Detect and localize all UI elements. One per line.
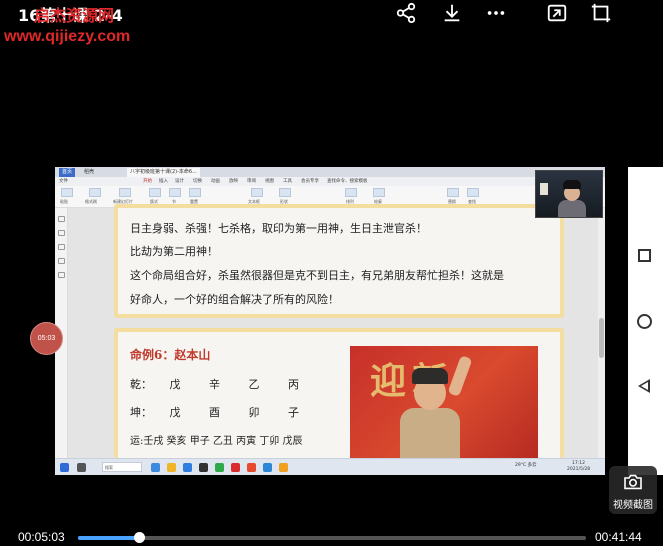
menu-home[interactable]: 开始	[143, 177, 152, 186]
slide-text-line: 比劫为第二用神！	[130, 245, 218, 258]
wps-icon[interactable]	[231, 463, 240, 472]
kun-label: 坤：	[130, 406, 152, 419]
windows-taskbar: 搜索 29°C 多云 17:12 2021/5/28	[55, 458, 605, 475]
slide-text-line: 日主身弱、杀强！七杀格，取印为第一用神，生日主泄官杀！	[130, 222, 427, 235]
taskbar-clock[interactable]: 17:12 2021/5/28	[567, 461, 590, 473]
luck-cycles: 运:壬戌 癸亥 甲子 乙丑 丙寅 丁卯 戊辰	[130, 436, 303, 447]
menu-review[interactable]: 审阅	[247, 177, 256, 186]
wps-presentation-icon[interactable]	[247, 463, 256, 472]
device-nav-panel	[628, 167, 663, 475]
kun-pillars: 坤： 戊 酉 卯 子	[130, 404, 324, 420]
example-title: 命例6：赵本山	[130, 348, 211, 362]
reset-icon[interactable]	[189, 188, 201, 197]
find-icon[interactable]	[467, 188, 479, 197]
pillar-stem: 戊	[169, 378, 181, 391]
pillar-stem: 丙	[288, 378, 299, 391]
total-time: 00:41:44	[595, 530, 642, 544]
progress-fill	[78, 536, 140, 540]
watermark-site-name: 启杰资源网	[34, 6, 115, 25]
shared-screen: 首页 稻壳 八字初级班第十课(2)-本命6... 文件 开始 插入 设计 切换 …	[55, 167, 605, 475]
qian-pillars: 乾： 戊 辛 乙 丙	[130, 376, 324, 392]
home-icon[interactable]	[637, 314, 652, 329]
menu-transition[interactable]: 切换	[193, 177, 202, 186]
wps-menu-bar: 文件 开始 插入 设计 切换 动画 放映 审阅 视图 工具 会员专享 查找命令、…	[55, 177, 605, 186]
pillar-branch: 卯	[248, 406, 260, 419]
mail-icon[interactable]	[183, 463, 192, 472]
comment-icon[interactable]	[58, 244, 65, 250]
start-icon[interactable]	[60, 463, 69, 472]
ribbon-label-format: 格式刷	[85, 199, 97, 204]
pillar-branch: 酉	[209, 406, 220, 419]
slide-text-line: 好命人，一个好的组合解决了所有的风险！	[130, 293, 339, 306]
slide-canvas: 日主身弱、杀强！七杀格，取印为第一用神，生日主泄官杀！ 比劫为第二用神！ 这个命…	[68, 204, 598, 458]
picture-in-picture-icon[interactable]	[543, 0, 571, 26]
slide-text-line: 这个命局组合好，杀虽然很器但是克不到日主，有兄弟朋友帮忙担杀！这就是	[130, 269, 504, 282]
taskbar-search[interactable]: 搜索	[102, 462, 142, 472]
menu-file[interactable]: 文件	[59, 177, 68, 186]
clock-date: 2021/5/28	[567, 467, 591, 472]
menu-animation[interactable]: 动画	[211, 177, 220, 186]
settings-icon[interactable]	[58, 272, 65, 278]
record-timer-badge[interactable]: 05:03	[30, 322, 63, 355]
section-icon[interactable]	[169, 188, 181, 197]
snapshot-label: 视频截图	[613, 500, 653, 511]
slide-card-example: 命例6：赵本山 乾： 戊 辛 乙 丙 坤： 戊 酉 卯 子 运:壬戌 癸亥 甲子…	[114, 328, 564, 458]
store-icon[interactable]	[199, 463, 208, 472]
tab-docer[interactable]: 稻壳	[81, 168, 97, 177]
replace-icon[interactable]	[447, 188, 459, 197]
qian-label: 乾：	[130, 378, 152, 391]
shape-icon[interactable]	[279, 188, 291, 197]
scrollbar-thumb[interactable]	[599, 318, 604, 358]
tab-document[interactable]: 八字初级班第十课(2)-本命6...	[127, 168, 200, 177]
new-slide-icon[interactable]	[119, 188, 131, 197]
current-time: 00:05:03	[18, 530, 65, 544]
outline-view-icon[interactable]	[58, 216, 65, 222]
menu-view[interactable]: 视图	[265, 177, 274, 186]
menu-design[interactable]: 设计	[175, 177, 184, 186]
more-icon[interactable]	[482, 0, 510, 26]
outline-icon[interactable]	[373, 188, 385, 197]
watermark-url: www.qijiezy.com	[4, 28, 131, 45]
pillar-branch: 子	[288, 406, 299, 419]
fullscreen-icon[interactable]	[587, 0, 615, 26]
portrait-photo: 迎新	[350, 346, 538, 458]
menu-slideshow[interactable]: 放映	[229, 177, 238, 186]
wps-tab-bar: 首页 稻壳 八字初级班第十课(2)-本命6...	[55, 167, 605, 177]
background-object	[540, 183, 548, 195]
pillar-stem: 辛	[209, 378, 220, 391]
meeting-app-icon[interactable]	[263, 463, 272, 472]
video-top-bar: 16第十课 2-4 启杰资源网 www.qijiezy.com	[0, 0, 663, 52]
menu-search[interactable]: 查找命令、搜索模板	[327, 177, 368, 186]
browser-icon[interactable]	[279, 463, 288, 472]
presenter-webcam[interactable]	[535, 170, 603, 218]
edge-icon[interactable]	[151, 463, 160, 472]
slide-card-analysis: 日主身弱、杀强！七杀格，取印为第一用神，生日主泄官杀！ 比劫为第二用神！ 这个命…	[114, 204, 564, 318]
wechat-icon[interactable]	[215, 463, 224, 472]
pillar-branch: 戊	[169, 406, 181, 419]
textbox-icon[interactable]	[251, 188, 263, 197]
pillar-stem: 乙	[248, 378, 260, 391]
vertical-scrollbar[interactable]	[598, 208, 605, 458]
search-icon[interactable]	[58, 258, 65, 264]
tab-home[interactable]: 首页	[59, 168, 76, 177]
progress-knob[interactable]	[134, 532, 146, 543]
video-snapshot-button[interactable]: 视频截图	[609, 466, 657, 514]
share-icon[interactable]	[392, 0, 420, 26]
layout-icon[interactable]	[149, 188, 161, 197]
menu-tools[interactable]: 工具	[283, 177, 292, 186]
camera-icon	[624, 474, 642, 490]
ribbon-label-paste: 粘贴	[60, 199, 68, 204]
progress-bar[interactable]	[78, 532, 586, 543]
menu-member[interactable]: 会员专享	[301, 177, 319, 186]
bookmark-icon[interactable]	[58, 230, 65, 236]
weather-tray[interactable]: 29°C 多云	[515, 462, 537, 468]
menu-insert[interactable]: 插入	[159, 177, 168, 186]
recent-apps-icon[interactable]	[638, 249, 651, 262]
format-painter-icon[interactable]	[89, 188, 101, 197]
paste-icon[interactable]	[61, 188, 73, 197]
folder-icon[interactable]	[167, 463, 176, 472]
task-view-icon[interactable]	[77, 463, 86, 472]
download-icon[interactable]	[438, 0, 466, 26]
arrange-icon[interactable]	[345, 188, 357, 197]
